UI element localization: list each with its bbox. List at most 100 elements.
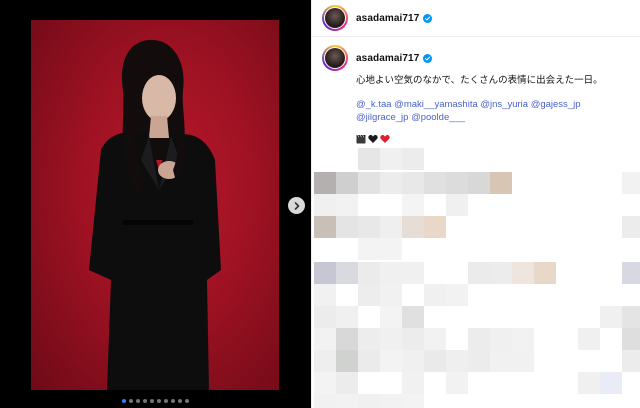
blur-block bbox=[314, 172, 336, 194]
blur-block bbox=[358, 284, 380, 306]
blur-block bbox=[402, 148, 424, 170]
blur-block bbox=[402, 262, 424, 284]
avatar[interactable] bbox=[322, 5, 348, 31]
blur-block bbox=[380, 262, 402, 284]
blur-block bbox=[380, 172, 402, 194]
carousel-dot bbox=[157, 399, 161, 403]
blur-block bbox=[446, 350, 468, 372]
blur-block bbox=[402, 216, 424, 238]
blur-block bbox=[424, 328, 446, 350]
caption-emojis bbox=[356, 134, 637, 144]
next-slide-button[interactable] bbox=[288, 197, 305, 214]
mention-link[interactable]: @poolde___ bbox=[411, 112, 465, 123]
blur-block bbox=[446, 372, 468, 394]
clapper-board-icon bbox=[356, 134, 366, 144]
blur-block bbox=[314, 216, 336, 238]
carousel-dot bbox=[150, 399, 154, 403]
blur-block bbox=[622, 350, 640, 372]
blur-block bbox=[446, 284, 468, 306]
blur-block bbox=[358, 216, 380, 238]
blur-block bbox=[446, 194, 468, 216]
avatar-image bbox=[325, 8, 345, 28]
mention-link[interactable]: @jns_yuria bbox=[480, 99, 528, 110]
blur-block bbox=[402, 328, 424, 350]
mention-link[interactable]: @maki__yamashita bbox=[394, 99, 478, 110]
blur-block bbox=[314, 306, 336, 328]
blur-block bbox=[314, 194, 336, 216]
blur-block bbox=[622, 172, 640, 194]
blur-block bbox=[600, 306, 622, 328]
verified-badge-icon bbox=[423, 13, 433, 23]
carousel-dot bbox=[143, 399, 147, 403]
caption-username[interactable]: asadamai717 bbox=[356, 53, 419, 64]
blurred-comments bbox=[312, 148, 640, 408]
blur-block bbox=[512, 350, 534, 372]
blur-block bbox=[314, 284, 336, 306]
blur-block bbox=[468, 172, 490, 194]
blur-block bbox=[336, 394, 358, 408]
blur-block bbox=[490, 328, 512, 350]
verified-badge-icon bbox=[423, 53, 433, 63]
post-caption: asadamai717 心地よい空気のなかで、たくさんの表情に出会えた一日。 @… bbox=[322, 44, 637, 144]
blur-block bbox=[424, 284, 446, 306]
mention-link[interactable]: @gajess_jp bbox=[531, 99, 581, 110]
blur-block bbox=[622, 306, 640, 328]
blur-block bbox=[534, 262, 556, 284]
carousel-dot bbox=[171, 399, 175, 403]
blur-block bbox=[314, 328, 336, 350]
blur-block bbox=[600, 372, 622, 394]
blur-block bbox=[336, 194, 358, 216]
blur-block bbox=[622, 216, 640, 238]
blur-block bbox=[358, 172, 380, 194]
blur-block bbox=[402, 350, 424, 372]
carousel-dot bbox=[129, 399, 133, 403]
caption-header: asadamai717 bbox=[322, 44, 637, 72]
blur-block bbox=[336, 350, 358, 372]
blur-block bbox=[380, 306, 402, 328]
carousel-dot bbox=[178, 399, 182, 403]
blur-block bbox=[512, 328, 534, 350]
blur-block bbox=[490, 262, 512, 284]
post-header: asadamai717 bbox=[312, 0, 640, 37]
avatar-image bbox=[325, 48, 345, 68]
blur-block bbox=[380, 284, 402, 306]
red-heart-icon bbox=[380, 134, 390, 143]
header-username[interactable]: asadamai717 bbox=[356, 13, 419, 24]
blur-block bbox=[336, 262, 358, 284]
caption-mentions: @_k.taa @maki__yamashita @jns_yuria @gaj… bbox=[356, 99, 628, 124]
blur-block bbox=[380, 216, 402, 238]
blur-block bbox=[402, 306, 424, 328]
blur-block bbox=[622, 328, 640, 350]
blur-block bbox=[336, 328, 358, 350]
blur-block bbox=[490, 172, 512, 194]
caption-avatar[interactable] bbox=[322, 45, 348, 71]
blur-block bbox=[336, 306, 358, 328]
blur-block bbox=[314, 372, 336, 394]
black-heart-icon bbox=[368, 134, 378, 143]
blur-block bbox=[578, 372, 600, 394]
blur-block bbox=[336, 216, 358, 238]
blur-block bbox=[424, 216, 446, 238]
blur-block bbox=[358, 328, 380, 350]
blur-block bbox=[358, 262, 380, 284]
blur-block bbox=[622, 262, 640, 284]
blur-block bbox=[424, 350, 446, 372]
blur-block bbox=[402, 372, 424, 394]
blur-block bbox=[402, 194, 424, 216]
mention-link[interactable]: @_k.taa bbox=[356, 99, 392, 110]
blur-block bbox=[490, 350, 512, 372]
mention-link[interactable]: @jilgrace_jp bbox=[356, 112, 408, 123]
blur-block bbox=[314, 262, 336, 284]
blur-block bbox=[468, 262, 490, 284]
blur-block bbox=[380, 148, 402, 170]
caption-text: 心地よい空気のなかで、たくさんの表情に出会えた一日。 bbox=[356, 75, 603, 86]
blur-block bbox=[380, 328, 402, 350]
post-photo bbox=[31, 20, 279, 390]
carousel-dot bbox=[122, 399, 126, 403]
blur-block bbox=[446, 172, 468, 194]
blur-block bbox=[336, 372, 358, 394]
blur-block bbox=[380, 350, 402, 372]
post-media[interactable] bbox=[0, 0, 311, 408]
blur-block bbox=[358, 350, 380, 372]
blur-block bbox=[424, 172, 446, 194]
